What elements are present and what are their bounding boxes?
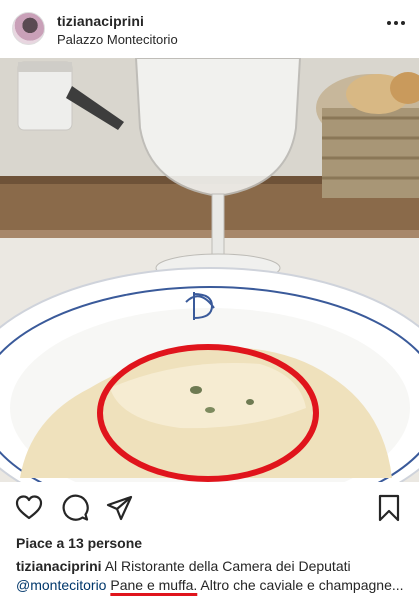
caption-mention[interactable]: @montecitorio xyxy=(16,577,106,593)
caption-highlight: Pane e muffa. xyxy=(110,577,198,593)
comment-icon[interactable] xyxy=(61,494,89,522)
likes-count[interactable]: Piace a 13 persone xyxy=(16,535,142,551)
caption-username[interactable]: tizianaciprini xyxy=(16,558,102,574)
post-location[interactable]: Palazzo Montecitorio xyxy=(57,32,178,47)
caption-text: Al Ristorante della Camera dei Deputati xyxy=(104,558,351,574)
heart-icon[interactable] xyxy=(15,494,43,522)
post-username[interactable]: tizianaciprini xyxy=(57,13,144,29)
photo-illustration xyxy=(0,58,419,482)
post-actions xyxy=(0,487,419,527)
bookmark-icon[interactable] xyxy=(375,494,403,522)
avatar[interactable] xyxy=(12,12,45,45)
post-header: tizianaciprini Palazzo Montecitorio xyxy=(0,0,419,58)
post-caption: tizianaciprini Al Ristorante della Camer… xyxy=(16,557,411,595)
post-photo[interactable] xyxy=(0,58,419,482)
more-options-icon[interactable] xyxy=(387,20,405,26)
caption-text-2: Altro che caviale e champagne... xyxy=(200,577,404,593)
share-icon[interactable] xyxy=(106,494,134,522)
